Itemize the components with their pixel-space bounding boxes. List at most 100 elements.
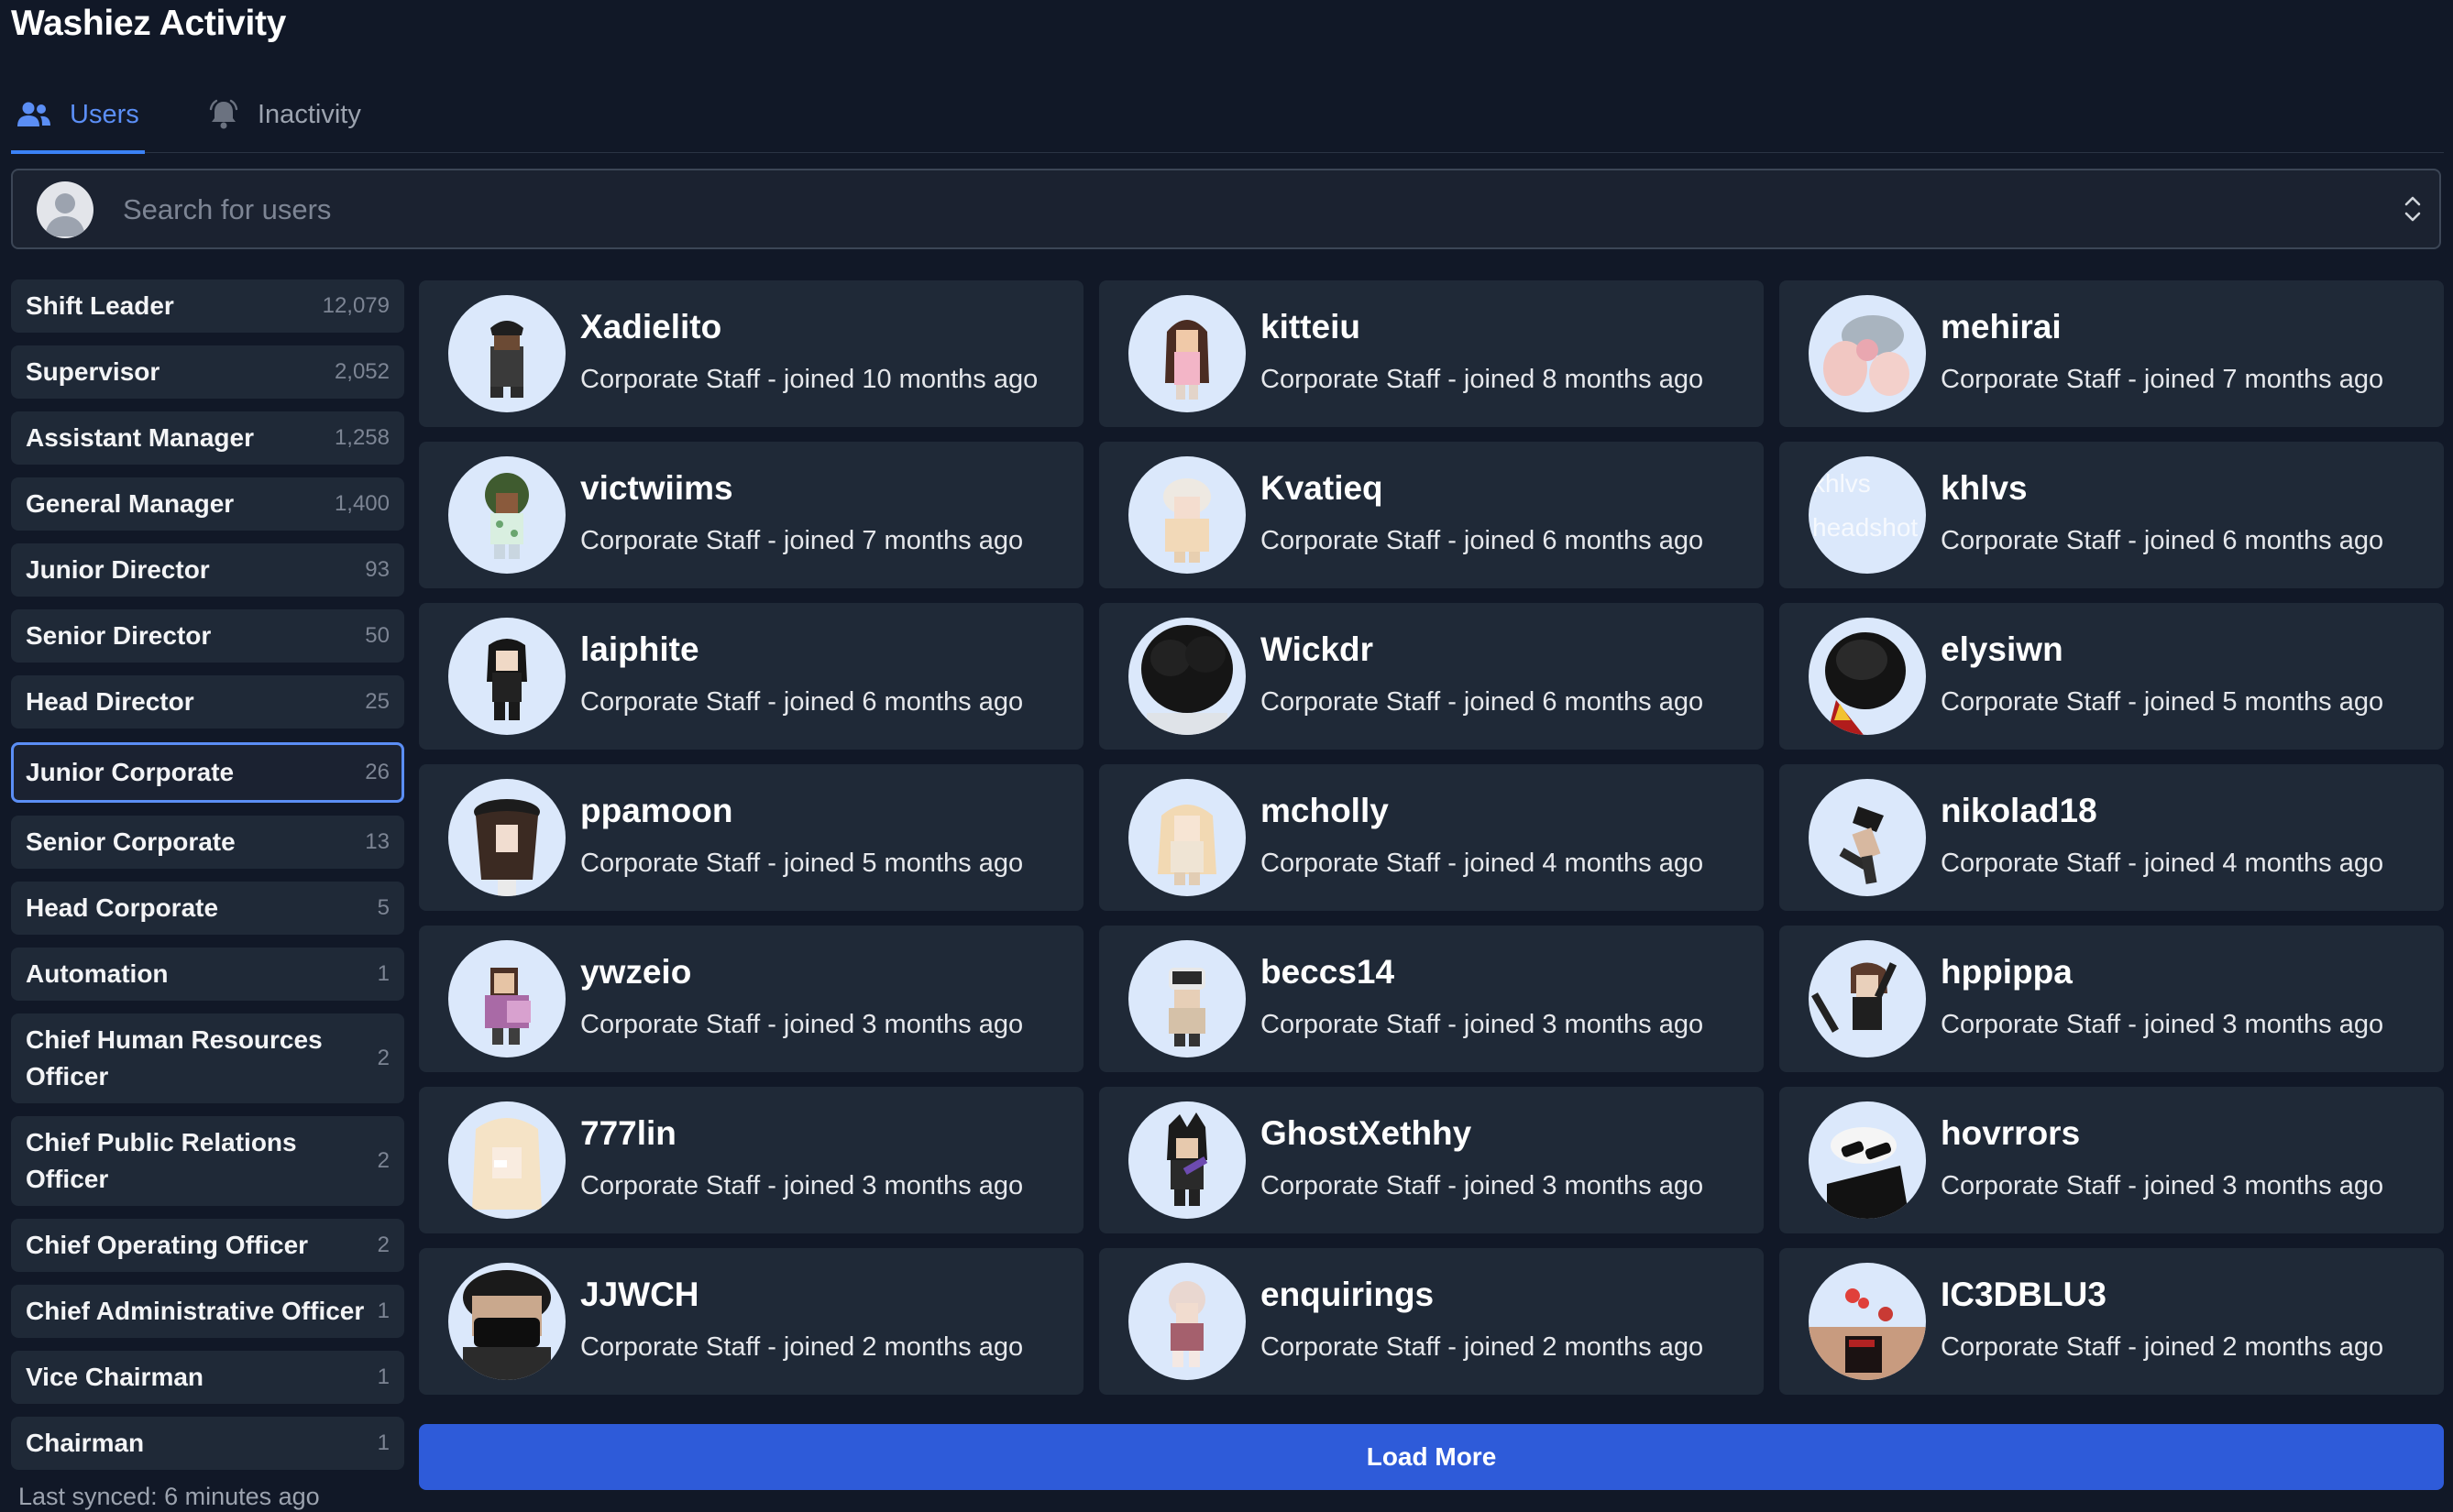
- user-avatar: [448, 779, 566, 896]
- role-item[interactable]: Junior Director 93: [11, 543, 404, 597]
- user-meta: Corporate Staff - joined 5 months ago: [580, 849, 1024, 878]
- user-card[interactable]: kitteiu Corporate Staff - joined 8 month…: [1099, 280, 1764, 427]
- tab-inactivity[interactable]: Inactivity: [208, 77, 361, 152]
- user-card[interactable]: mehirai Corporate Staff - joined 7 month…: [1779, 280, 2444, 427]
- role-count: 25: [365, 689, 390, 714]
- broken-image-alt-text: khlvs headshot: [1812, 469, 1919, 542]
- role-label: Chief Public Relations Officer: [26, 1128, 297, 1193]
- role-count: 1: [377, 961, 390, 986]
- app-title: Washiez Activity: [11, 4, 287, 43]
- role-item[interactable]: Vice Chairman 1: [11, 1351, 404, 1404]
- user-card[interactable]: khlvs headshot khlvs Corporate Staff - j…: [1779, 442, 2444, 588]
- user-card[interactable]: enquirings Corporate Staff - joined 2 mo…: [1099, 1248, 1764, 1395]
- user-name: kitteiu: [1260, 308, 1360, 345]
- user-meta: Corporate Staff - joined 2 months ago: [580, 1332, 1024, 1362]
- user-meta: Corporate Staff - joined 6 months ago: [580, 687, 1024, 717]
- role-count: 5: [377, 895, 390, 920]
- role-count: 26: [365, 760, 390, 784]
- user-avatar: [1128, 779, 1246, 896]
- user-avatar: [448, 618, 566, 735]
- user-meta: Corporate Staff - joined 8 months ago: [1260, 365, 1704, 394]
- search-input[interactable]: [121, 170, 2325, 249]
- user-card[interactable]: mcholly Corporate Staff - joined 4 month…: [1099, 764, 1764, 911]
- user-card[interactable]: Kvatieq Corporate Staff - joined 6 month…: [1099, 442, 1764, 588]
- role-item[interactable]: Senior Director 50: [11, 609, 404, 663]
- active-tab-indicator: [11, 150, 145, 154]
- user-meta: Corporate Staff - joined 3 months ago: [1941, 1010, 2384, 1039]
- tab-users-label: Users: [70, 99, 139, 129]
- user-avatar: [1128, 295, 1246, 412]
- user-card[interactable]: Wickdr Corporate Staff - joined 6 months…: [1099, 603, 1764, 750]
- load-more-button[interactable]: Load More: [419, 1424, 2444, 1490]
- role-item[interactable]: Assistant Manager 1,258: [11, 411, 404, 465]
- user-avatar: [448, 1101, 566, 1219]
- user-meta: Corporate Staff - joined 2 months ago: [1941, 1332, 2384, 1362]
- user-meta: Corporate Staff - joined 5 months ago: [1941, 687, 2384, 717]
- broken-image-avatar: khlvs headshot: [1809, 456, 1926, 574]
- last-synced-status: Last synced: 6 minutes ago: [18, 1483, 320, 1510]
- role-item[interactable]: Chief Human Resources Officer 2: [11, 1013, 404, 1103]
- user-card[interactable]: 777lin Corporate Staff - joined 3 months…: [419, 1087, 1084, 1233]
- role-label: Shift Leader: [26, 291, 174, 320]
- user-name: enquirings: [1260, 1276, 1435, 1313]
- user-card[interactable]: hppippa Corporate Staff - joined 3 month…: [1779, 926, 2444, 1072]
- user-card[interactable]: beccs14 Corporate Staff - joined 3 month…: [1099, 926, 1764, 1072]
- user-search-combobox[interactable]: [11, 169, 2441, 249]
- role-label: Assistant Manager: [26, 423, 254, 452]
- user-avatar: [448, 295, 566, 412]
- user-name: JJWCH: [580, 1276, 699, 1313]
- user-meta: Corporate Staff - joined 3 months ago: [1260, 1010, 1704, 1039]
- user-avatar: [448, 456, 566, 574]
- user-meta: Corporate Staff - joined 4 months ago: [1941, 849, 2384, 878]
- role-item-selected[interactable]: Junior Corporate 26: [11, 742, 404, 803]
- user-card[interactable]: victwiims Corporate Staff - joined 7 mon…: [419, 442, 1084, 588]
- user-name: ppamoon: [580, 792, 733, 829]
- user-card[interactable]: GhostXethhy Corporate Staff - joined 3 m…: [1099, 1087, 1764, 1233]
- tab-inactivity-label: Inactivity: [258, 99, 361, 129]
- role-item[interactable]: Chief Operating Officer 2: [11, 1219, 404, 1272]
- user-name: khlvs: [1941, 469, 2028, 507]
- tab-users[interactable]: Users: [16, 77, 139, 152]
- role-count: 2: [377, 1233, 390, 1257]
- role-item[interactable]: Chairman 1: [11, 1417, 404, 1470]
- user-card[interactable]: hovrrors Corporate Staff - joined 3 mont…: [1779, 1087, 2444, 1233]
- role-item[interactable]: Supervisor 2,052: [11, 345, 404, 399]
- user-avatar: [1128, 456, 1246, 574]
- role-item[interactable]: General Manager 1,400: [11, 477, 404, 531]
- role-label: Junior Director: [26, 555, 210, 584]
- role-item[interactable]: Chief Public Relations Officer 2: [11, 1116, 404, 1206]
- user-meta: Corporate Staff - joined 6 months ago: [1941, 526, 2384, 555]
- user-name: Kvatieq: [1260, 469, 1383, 507]
- chevron-up-down-icon[interactable]: [2403, 192, 2423, 225]
- user-card[interactable]: elysiwn Corporate Staff - joined 5 month…: [1779, 603, 2444, 750]
- role-label: Junior Corporate: [26, 758, 235, 786]
- role-count: 50: [365, 623, 390, 648]
- user-meta: Corporate Staff - joined 7 months ago: [580, 526, 1024, 555]
- user-name: Xadielito: [580, 308, 722, 345]
- role-item[interactable]: Shift Leader 12,079: [11, 279, 404, 333]
- user-meta: Corporate Staff - joined 3 months ago: [1941, 1171, 2384, 1200]
- role-count: 1,258: [334, 425, 390, 450]
- user-name: nikolad18: [1941, 792, 2097, 829]
- role-item[interactable]: Senior Corporate 13: [11, 816, 404, 869]
- user-card[interactable]: IC3DBLU3 Corporate Staff - joined 2 mont…: [1779, 1248, 2444, 1395]
- user-meta: Corporate Staff - joined 3 months ago: [580, 1171, 1024, 1200]
- user-name: mcholly: [1260, 792, 1389, 829]
- user-avatar: [1128, 940, 1246, 1057]
- role-count: 2,052: [334, 359, 390, 384]
- user-card[interactable]: JJWCH Corporate Staff - joined 2 months …: [419, 1248, 1084, 1395]
- user-meta: Corporate Staff - joined 6 months ago: [1260, 687, 1704, 717]
- user-card[interactable]: ywzeio Corporate Staff - joined 3 months…: [419, 926, 1084, 1072]
- role-item[interactable]: Chief Administrative Officer 1: [11, 1285, 404, 1338]
- role-label: Automation: [26, 959, 169, 988]
- user-avatar: [1809, 1101, 1926, 1219]
- role-item[interactable]: Head Corporate 5: [11, 882, 404, 935]
- role-item[interactable]: Head Director 25: [11, 675, 404, 729]
- user-card[interactable]: laiphite Corporate Staff - joined 6 mont…: [419, 603, 1084, 750]
- role-item[interactable]: Automation 1: [11, 948, 404, 1001]
- user-card[interactable]: ppamoon Corporate Staff - joined 5 month…: [419, 764, 1084, 911]
- user-card[interactable]: Xadielito Corporate Staff - joined 10 mo…: [419, 280, 1084, 427]
- tab-bar: Users Inactivity: [11, 77, 2444, 154]
- user-card[interactable]: nikolad18 Corporate Staff - joined 4 mon…: [1779, 764, 2444, 911]
- user-meta: Corporate Staff - joined 7 months ago: [1941, 365, 2384, 394]
